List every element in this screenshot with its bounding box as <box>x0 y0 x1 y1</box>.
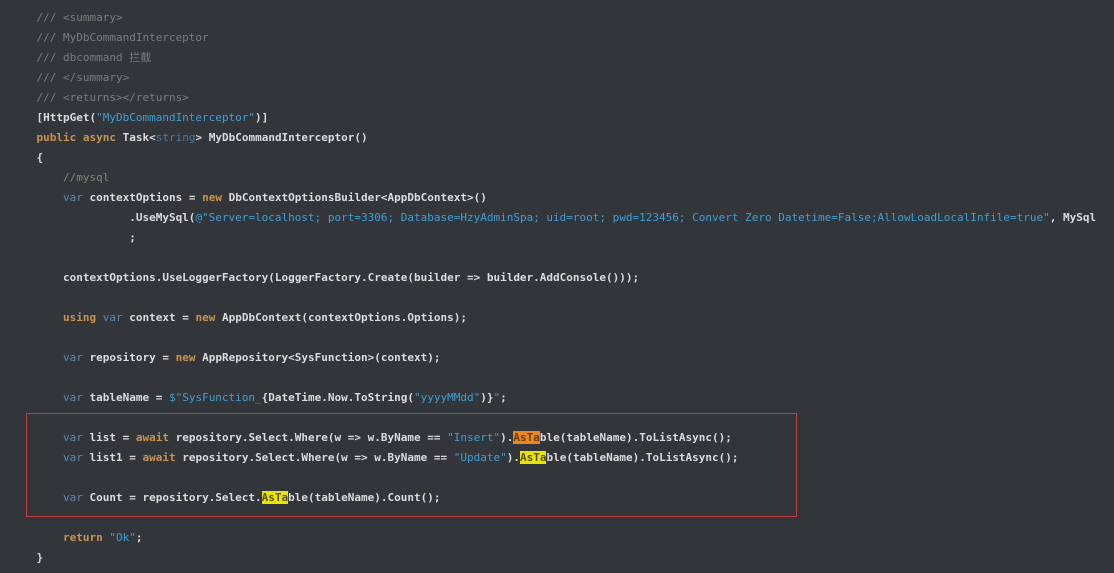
code-token: /// </summary> <box>10 71 129 84</box>
code-line: } <box>10 548 1114 568</box>
code-token: AppDbContext(contextOptions.Options); <box>215 311 467 324</box>
code-line: var list = await repository.Select.Where… <box>10 428 1114 448</box>
code-token: "Ok" <box>109 531 136 544</box>
code-line: contextOptions.UseLoggerFactory(LoggerFa… <box>10 268 1114 288</box>
code-token: ble(tableName).Count(); <box>288 491 440 504</box>
code-token: contextOptions.UseLoggerFactory(LoggerFa… <box>10 271 639 284</box>
code-line: /// </summary> <box>10 68 1114 88</box>
code-token: "Insert" <box>447 431 500 444</box>
code-token: var <box>10 191 83 204</box>
code-token: .UseMySql( <box>10 211 195 224</box>
code-token: context = <box>123 311 196 324</box>
code-token: , MySql <box>1050 211 1096 224</box>
code-token: repository.Select.Where(w => w.ByName == <box>169 431 447 444</box>
code-line <box>10 508 1114 528</box>
code-editor[interactable]: /// <summary> /// MyDbCommandInterceptor… <box>0 0 1114 573</box>
search-highlight-current: AsTa <box>513 431 540 444</box>
code-token: await <box>142 451 175 464</box>
code-token: new <box>195 311 215 324</box>
code-token: $"SysFunction_ <box>169 391 262 404</box>
code-token: @"Server=localhost; port=3306; Database=… <box>195 211 1049 224</box>
search-highlight: AsTa <box>520 451 547 464</box>
code-line <box>10 288 1114 308</box>
code-line: //mysql <box>10 168 1114 188</box>
code-token: public async <box>10 131 123 144</box>
code-line: using var context = new AppDbContext(con… <box>10 308 1114 328</box>
code-token: ble(tableName).ToListAsync(); <box>540 431 732 444</box>
code-token: var <box>103 311 123 324</box>
code-token: using <box>10 311 103 324</box>
code-line: var contextOptions = new DbContextOption… <box>10 188 1114 208</box>
code-line: ; <box>10 228 1114 248</box>
code-token: /// <summary> <box>10 11 123 24</box>
code-line: /// dbcommand 拦截 <box>10 48 1114 68</box>
code-line: .UseMySql(@"Server=localhost; port=3306;… <box>10 208 1114 228</box>
code-token: "Update" <box>454 451 507 464</box>
code-token: var <box>10 391 83 404</box>
code-token: var <box>10 451 83 464</box>
code-line: public async Task<string> MyDbCommandInt… <box>10 128 1114 148</box>
code-token: ; <box>136 531 143 544</box>
code-token: return <box>10 531 109 544</box>
code-line <box>10 468 1114 488</box>
code-token: repository = <box>83 351 176 364</box>
search-highlight: AsTa <box>262 491 289 504</box>
code-line: return "Ok"; <box>10 528 1114 548</box>
code-token: )] <box>255 111 268 124</box>
code-token: var <box>10 491 83 504</box>
code-token: /// <returns></returns> <box>10 91 189 104</box>
code-token: "MyDbCommandInterceptor" <box>96 111 255 124</box>
code-token: new <box>202 191 222 204</box>
code-line <box>10 328 1114 348</box>
code-token: new <box>176 351 196 364</box>
code-token: list = <box>83 431 136 444</box>
code-token: AppRepository<SysFunction>(context); <box>195 351 440 364</box>
code-token: ; <box>500 391 507 404</box>
code-line: var tableName = $"SysFunction_{DateTime.… <box>10 388 1114 408</box>
code-token: ; <box>10 231 136 244</box>
code-token: } <box>10 551 43 564</box>
code-line <box>10 368 1114 388</box>
code-token: string <box>156 131 196 144</box>
code-token: repository.Select.Where(w => w.ByName == <box>176 451 454 464</box>
code-token: )} <box>480 391 493 404</box>
code-line: var Count = repository.Select.AsTable(ta… <box>10 488 1114 508</box>
code-token: /// dbcommand 拦截 <box>10 51 151 64</box>
code-token: list1 = <box>83 451 143 464</box>
code-token: /// MyDbCommandInterceptor <box>10 31 209 44</box>
code-token: tableName = <box>83 391 169 404</box>
code-token: > MyDbCommandInterceptor() <box>195 131 367 144</box>
code-token: //mysql <box>10 171 109 184</box>
code-line <box>10 408 1114 428</box>
code-line: var repository = new AppRepository<SysFu… <box>10 348 1114 368</box>
code-line <box>10 248 1114 268</box>
code-token: var <box>10 431 83 444</box>
code-line: /// <summary> <box>10 8 1114 28</box>
code-token: { <box>10 151 43 164</box>
code-line: var list1 = await repository.Select.Wher… <box>10 448 1114 468</box>
code-token: ). <box>507 451 520 464</box>
code-line: /// <returns></returns> <box>10 88 1114 108</box>
code-token: Task< <box>123 131 156 144</box>
code-line: { <box>10 148 1114 168</box>
code-token: ble(tableName).ToListAsync(); <box>546 451 738 464</box>
code-token: "yyyyMMdd" <box>414 391 480 404</box>
code-token: contextOptions = <box>83 191 202 204</box>
code-line: /// MyDbCommandInterceptor <box>10 28 1114 48</box>
code-token: ). <box>500 431 513 444</box>
code-line: [HttpGet("MyDbCommandInterceptor")] <box>10 108 1114 128</box>
code-token: Count = repository.Select. <box>83 491 262 504</box>
code-token: {DateTime.Now.ToString( <box>262 391 414 404</box>
code-token: DbContextOptionsBuilder<AppDbContext>() <box>222 191 487 204</box>
code-token: [HttpGet( <box>10 111 96 124</box>
code-token: var <box>10 351 83 364</box>
code-token: await <box>136 431 169 444</box>
